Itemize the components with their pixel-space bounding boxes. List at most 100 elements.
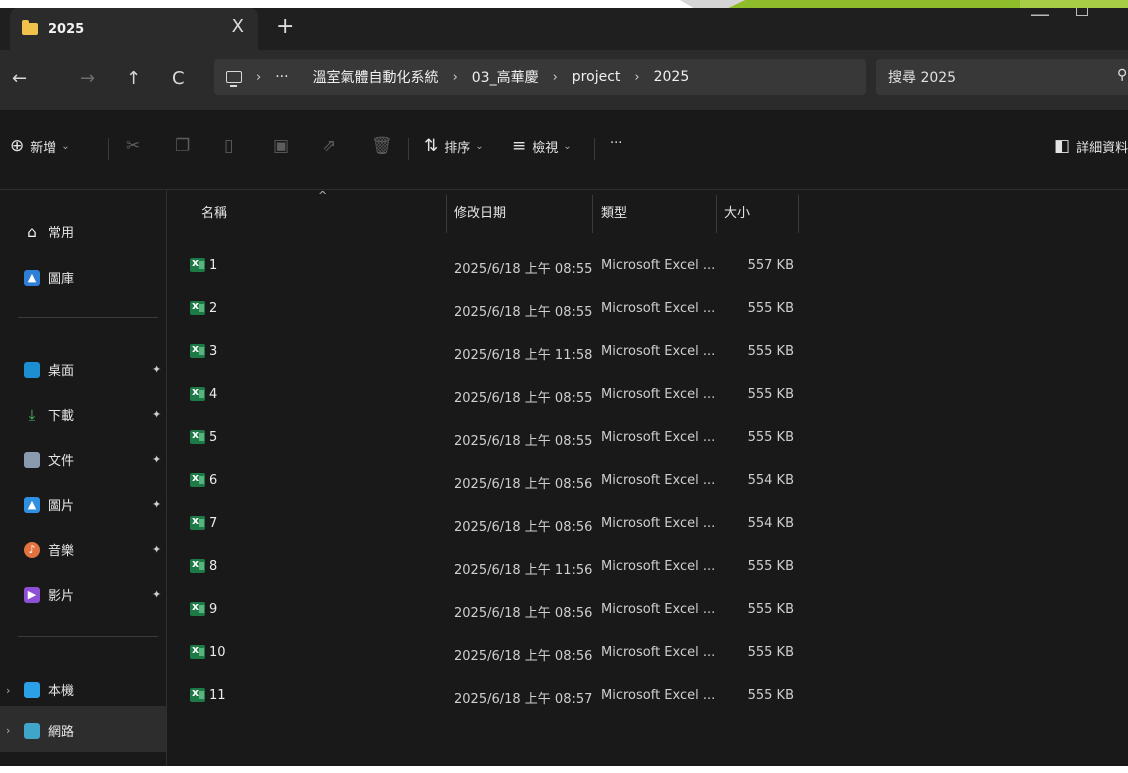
pin-icon[interactable]: ✦ (152, 498, 161, 511)
search-box[interactable]: 搜尋 2025 ⚲ (876, 59, 1128, 95)
home-icon: ⌂ (27, 222, 37, 241)
rename-button[interactable]: ▣ (273, 136, 295, 156)
file-type: Microsoft Excel ... (601, 559, 716, 574)
paste-button[interactable]: ▯ (224, 136, 239, 156)
column-divider[interactable] (716, 195, 717, 233)
new-button[interactable]: ⊕ 新增 ⌄ (10, 136, 70, 156)
trash-icon: 🗑 (371, 136, 393, 156)
sort-label: 排序 (444, 140, 471, 156)
sidebar-item-label: 圖庫 (48, 272, 75, 287)
pin-icon[interactable]: ✦ (152, 363, 161, 376)
file-type: Microsoft Excel ... (601, 516, 716, 531)
file-row[interactable]: 3 2025/6/18 上午 11:58 Microsoft Excel ... 55… (168, 333, 1128, 376)
sidebar-item-downloads[interactable]: ⤓ 下載 ✦ (24, 405, 164, 425)
minimize-button[interactable]: — (1030, 8, 1050, 26)
sort-button[interactable]: ⇅ 排序 ⌄ (424, 136, 484, 156)
breadcrumb-overflow[interactable]: ··· (275, 69, 288, 85)
up-button[interactable]: ↑ (126, 68, 141, 89)
sidebar-item-label: 圖片 (48, 499, 75, 514)
file-row[interactable]: 8 2025/6/18 上午 11:56 Microsoft Excel ... 55… (168, 548, 1128, 591)
breadcrumb-item[interactable]: 溫室氣體自動化系統 (313, 67, 439, 87)
sidebar-item-pictures[interactable]: ▲ 圖片 ✦ (24, 495, 164, 514)
column-header-size[interactable]: 大小 (724, 202, 750, 221)
file-type: Microsoft Excel ... (601, 301, 716, 316)
file-row[interactable]: 7 2025/6/18 上午 08:56 Microsoft Excel ... 55… (168, 505, 1128, 548)
sidebar-item-label: 本機 (48, 684, 75, 699)
scissors-icon: ✂ (126, 136, 141, 156)
excel-file-icon (190, 514, 205, 530)
chevron-right-icon[interactable]: › (6, 684, 10, 697)
file-row[interactable]: 6 2025/6/18 上午 08:56 Microsoft Excel ... 55… (168, 462, 1128, 505)
sidebar-divider (18, 636, 158, 637)
file-row[interactable]: 9 2025/6/18 上午 08:56 Microsoft Excel ... 55… (168, 591, 1128, 634)
copy-icon: ❐ (175, 136, 191, 156)
sort-icon: ⇅ (424, 136, 439, 156)
excel-file-icon (190, 471, 205, 487)
pictures-icon: ▲ (24, 496, 40, 513)
details-pane-button[interactable]: ◧ 詳細資料 (1054, 136, 1128, 156)
new-tab-button[interactable]: + (276, 14, 294, 39)
delete-button[interactable]: 🗑 (371, 136, 399, 156)
file-name: 2 (209, 301, 218, 316)
navigation-bar: ← → ↑ C › ··· 溫室氣體自動化系統 › 03_高華慶 › proje… (0, 50, 1128, 110)
more-options-button[interactable]: ··· (610, 136, 622, 151)
file-modified: 2025/6/18 上午 08:55 (454, 262, 593, 277)
file-modified: 2025/6/18 上午 08:55 (454, 434, 593, 449)
forward-button[interactable]: → (80, 68, 95, 89)
file-name: 8 (209, 559, 218, 574)
breadcrumb-item[interactable]: project (572, 69, 621, 85)
cut-button[interactable]: ✂ (126, 136, 146, 156)
chevron-right-icon[interactable]: › (6, 724, 10, 737)
sidebar-item-desktop[interactable]: 桌面 ✦ (24, 360, 164, 379)
file-type: Microsoft Excel ... (601, 258, 716, 273)
column-header-name[interactable]: 名稱 (201, 202, 227, 221)
column-divider[interactable] (798, 195, 799, 233)
search-icon[interactable]: ⚲ (1117, 67, 1127, 83)
sidebar-item-music[interactable]: ♪ 音樂 ✦ (24, 540, 164, 559)
file-size: 555 KB (747, 602, 794, 617)
file-modified: 2025/6/18 上午 08:57 (454, 692, 593, 707)
breadcrumb-item[interactable]: 2025 (654, 69, 690, 85)
sidebar-item-network[interactable]: 網路 (24, 721, 164, 740)
file-type: Microsoft Excel ... (601, 473, 716, 488)
refresh-button[interactable]: C (172, 68, 185, 89)
file-type: Microsoft Excel ... (601, 344, 716, 359)
pin-icon[interactable]: ✦ (152, 588, 161, 601)
column-divider[interactable] (446, 195, 447, 233)
maximize-button[interactable] (1076, 8, 1088, 16)
breadcrumb-item[interactable]: 03_高華慶 (472, 67, 539, 87)
pin-icon[interactable]: ✦ (152, 453, 161, 466)
sidebar-item-gallery[interactable]: ▲ 圖庫 (24, 268, 164, 287)
file-row[interactable]: 4 2025/6/18 上午 08:55 Microsoft Excel ... 55… (168, 376, 1128, 419)
file-modified: 2025/6/18 上午 08:56 (454, 477, 593, 492)
file-row[interactable]: 11 2025/6/18 上午 08:57 Microsoft Excel ... 5… (168, 677, 1128, 720)
file-explorer-window: 2025 X + — ← → ↑ C › ··· 溫室氣體自動化系統 › 03_… (0, 8, 1128, 766)
sidebar-item-thispc[interactable]: 本機 (24, 680, 164, 699)
file-type: Microsoft Excel ... (601, 688, 716, 703)
sidebar-item-home[interactable]: ⌂ 常用 (24, 222, 164, 242)
file-name: 11 (209, 688, 226, 703)
file-row[interactable]: 2 2025/6/18 上午 08:55 Microsoft Excel ... 55… (168, 290, 1128, 333)
close-tab-button[interactable]: X (232, 16, 244, 37)
address-bar[interactable]: › ··· 溫室氣體自動化系統 › 03_高華慶 › project › 202… (214, 59, 866, 95)
file-size: 555 KB (747, 344, 794, 359)
file-row[interactable]: 1 2025/6/18 上午 08:55 Microsoft Excel ... 55… (168, 247, 1128, 290)
column-header-modified[interactable]: 修改日期 (454, 202, 506, 221)
tab-2025[interactable]: 2025 X (10, 8, 258, 50)
back-button[interactable]: ← (12, 68, 27, 89)
share-button[interactable]: ⇗ (322, 136, 342, 156)
rename-icon: ▣ (273, 136, 290, 156)
view-button[interactable]: ≡ 檢視 ⌄ (512, 136, 572, 156)
sidebar-item-documents[interactable]: 文件 ✦ (24, 450, 164, 469)
copy-button[interactable]: ❐ (175, 136, 196, 156)
toolbar-divider (108, 138, 109, 160)
pin-icon[interactable]: ✦ (152, 543, 161, 556)
navigation-pane: ⌂ 常用 ▲ 圖庫 桌面 ✦ ⤓ 下載 ✦ 文件 ✦ ▲ 圖片 ✦ ♪ 音樂 ✦… (0, 190, 167, 766)
file-row[interactable]: 10 2025/6/18 上午 08:56 Microsoft Excel ... 5… (168, 634, 1128, 677)
file-row[interactable]: 5 2025/6/18 上午 08:55 Microsoft Excel ... 55… (168, 419, 1128, 462)
column-header-type[interactable]: 類型 (601, 202, 627, 221)
pin-icon[interactable]: ✦ (152, 408, 161, 421)
sidebar-item-videos[interactable]: ▶ 影片 ✦ (24, 585, 164, 604)
column-divider[interactable] (592, 195, 593, 233)
excel-file-icon (190, 299, 205, 315)
